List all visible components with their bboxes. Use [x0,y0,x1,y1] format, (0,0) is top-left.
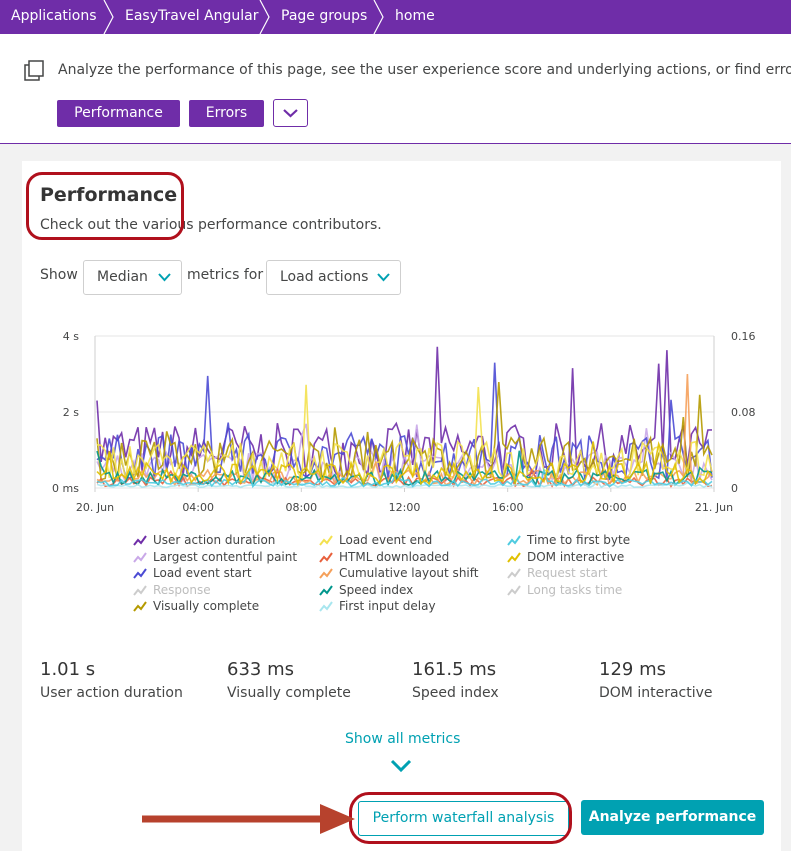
metric-value-visually-complete: 633 ms [227,659,294,680]
metric-label-speed-index: Speed index [412,685,499,701]
action-type-value: Load actions [280,269,369,285]
metrics-for-label: metrics for [187,267,264,283]
legend-swatch-icon [507,535,521,546]
y-left-tick-label: 0 ms [52,482,79,495]
breadcrumb-easytravel[interactable]: EasyTravel Angular [114,0,259,34]
legend-label: Long tasks time [527,582,623,597]
legend-label: Load event start [153,566,252,580]
title-highlight-annotation [26,172,184,240]
legend-swatch-icon [319,535,333,546]
errors-tab-button[interactable]: Errors [189,100,264,127]
metric-value-user-action-duration: 1.01 s [40,659,96,680]
legend-swatch-icon [319,551,333,563]
legend-swatch-icon [507,551,521,563]
chevron-down-icon [158,273,171,282]
metric-label-dom-interactive: DOM interactive [599,685,713,701]
x-tick-label: 20:00 [595,501,627,514]
metric-value-speed-index: 161.5 ms [412,659,497,680]
legend-label: Largest contentful paint [153,549,298,564]
legend-swatch-icon [319,568,333,579]
y-right-tick-label: 0.08 [731,406,756,419]
legend-label: Cumulative layout shift [339,566,479,580]
aggregation-value: Median [97,269,148,285]
metric-label-user-action-duration: User action duration [40,685,183,701]
breadcrumb-applications[interactable]: Applications [0,0,97,34]
x-tick-label: 04:00 [182,501,214,514]
y-right-tick-label: 0 [731,482,738,495]
legend-swatch-icon [133,551,147,563]
more-dropdown-button[interactable] [273,99,308,127]
y-left-tick-label: 2 s [63,406,79,419]
legend-swatch-icon [319,601,333,612]
legend-swatch-icon [133,535,147,546]
legend-label: Visually complete [153,599,260,613]
breadcrumb-home: home [395,8,435,24]
annotation-arrow-icon [142,804,355,834]
y-right-tick-label: 0.16 [731,330,756,343]
y-left-tick-label: 4 s [63,330,79,343]
chevron-down-icon[interactable] [390,759,412,773]
copy-icon [24,60,44,81]
x-tick-label: 21. Jun [695,501,733,514]
legend-swatch-icon [133,601,147,612]
chevron-down-icon [283,109,298,118]
legend-label: Load event end [339,533,433,547]
x-tick-label: 16:00 [492,501,524,514]
legend-label: HTML downloaded [339,549,450,564]
legend-swatch-icon [507,568,521,579]
aggregation-select[interactable]: Median [83,260,182,295]
chevron-down-icon [377,273,390,282]
metric-value-dom-interactive: 129 ms [599,659,666,680]
metric-label-visually-complete: Visually complete [227,685,351,701]
legend-swatch-icon [319,584,333,596]
legend-label: Request start [527,566,608,580]
performance-chart[interactable]: 0 ms 2 s 4 s 0 0.08 0.16 20. Jun 04:00 08:00 12:0… [22,321,781,521]
legend-label: DOM interactive [527,549,625,564]
show-label: Show [40,267,78,283]
legend-swatch-icon [133,584,147,596]
legend-swatch-icon [133,568,147,579]
waterfall-highlight-annotation [349,792,572,844]
breadcrumb-page-groups[interactable]: Page groups [270,0,367,34]
performance-card: Performance Check out the various perfor… [22,161,781,851]
legend-label: Response [153,582,211,597]
x-tick-label: 20. Jun [76,501,114,514]
action-type-select[interactable]: Load actions [266,260,401,295]
legend-label: Time to first byte [527,533,631,547]
show-all-metrics-link[interactable]: Show all metrics [345,731,460,747]
x-tick-label: 08:00 [285,501,317,514]
legend-label: Speed index [339,582,414,597]
page-description: Analyze the performance of this page, se… [58,62,791,78]
legend-label: First input delay [339,599,436,613]
series-line-cumulative-layout-shift [96,373,713,488]
breadcrumb: Applications EasyTravel Angular Page gro… [0,0,791,34]
x-tick-label: 12:00 [389,501,421,514]
page-header: Analyze the performance of this page, se… [0,34,791,144]
legend-label: User action duration [153,533,276,547]
legend-swatch-icon [507,584,521,596]
analyze-performance-button[interactable]: Analyze performance [581,800,764,835]
performance-tab-button[interactable]: Performance [57,100,180,127]
